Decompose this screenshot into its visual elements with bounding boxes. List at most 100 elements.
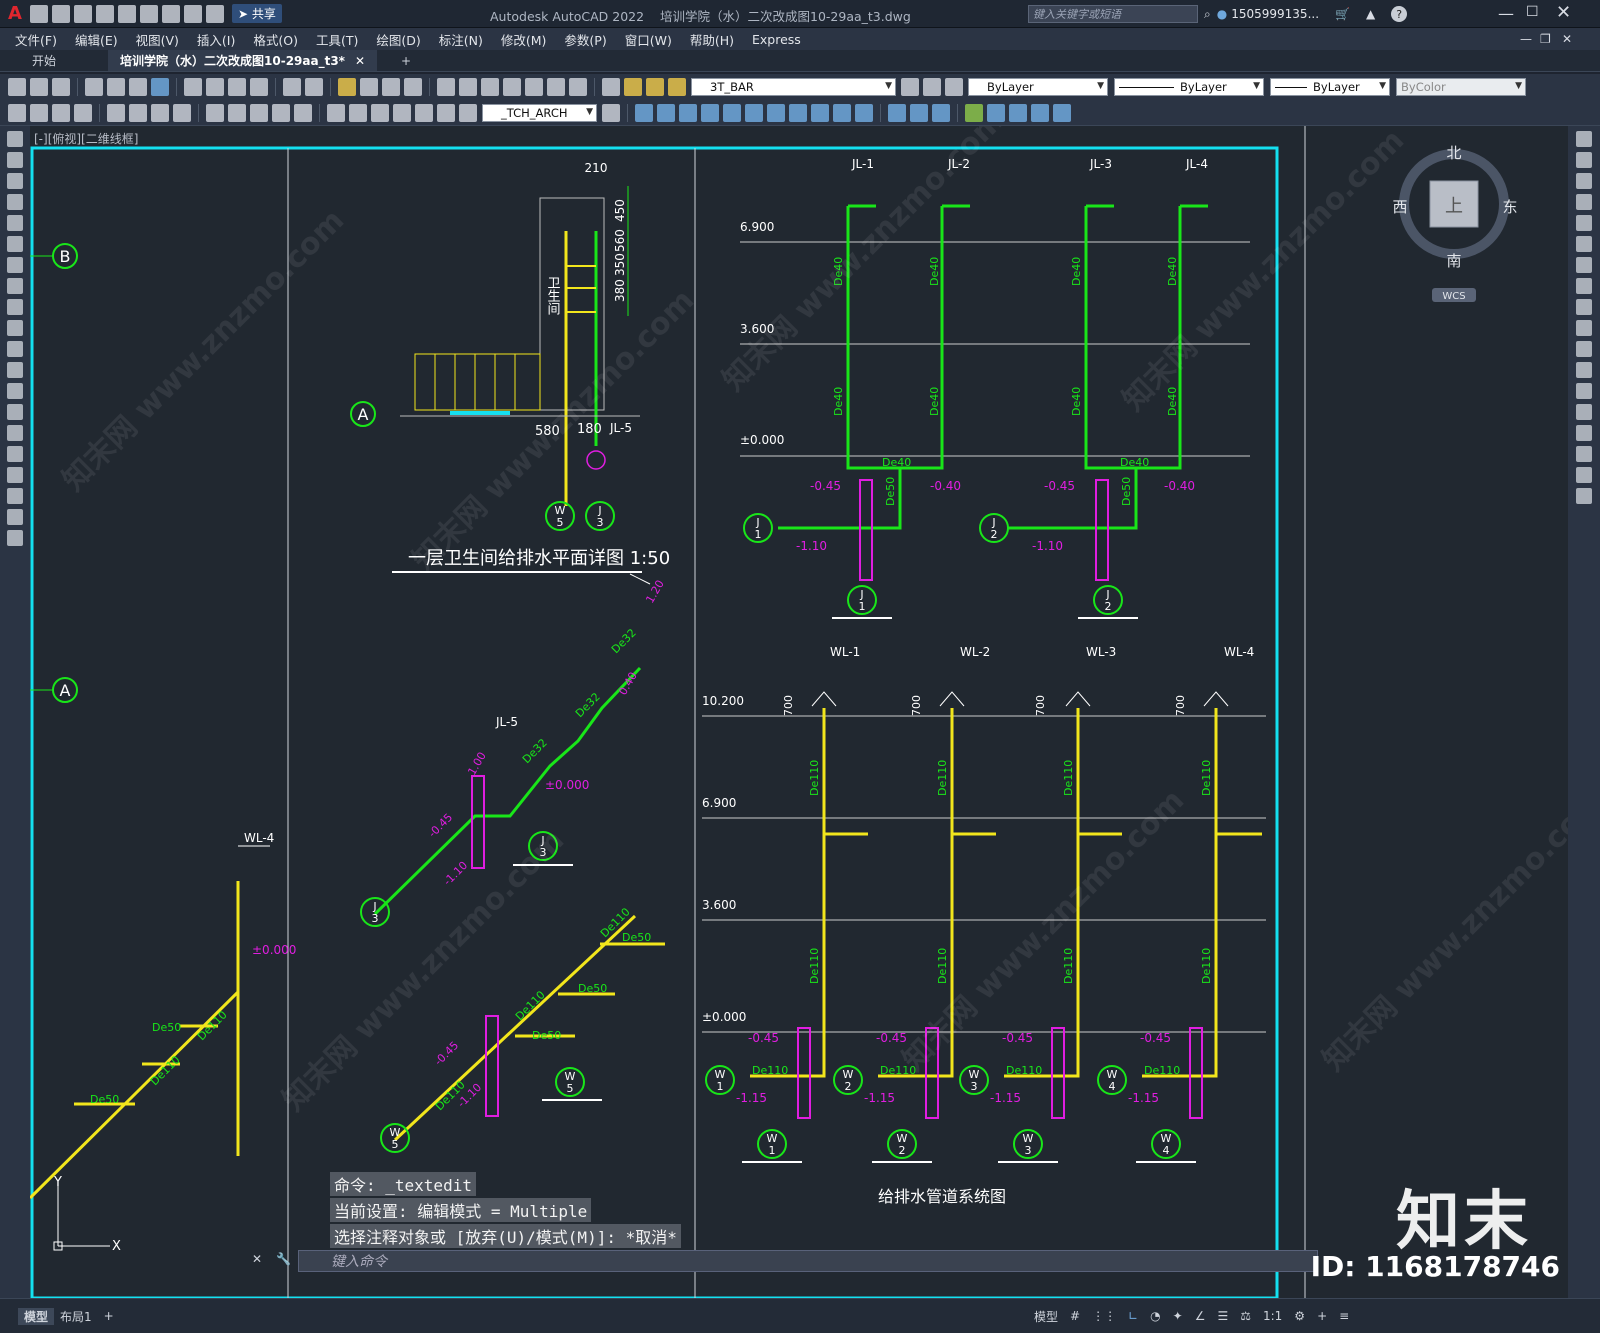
design-center-icon[interactable] bbox=[459, 78, 477, 96]
offset-icon[interactable] bbox=[1576, 194, 1592, 210]
properties-icon[interactable] bbox=[437, 78, 455, 96]
fillet-icon[interactable] bbox=[1576, 446, 1592, 462]
quick-dim-icon[interactable] bbox=[206, 103, 224, 122]
mirror-icon[interactable] bbox=[1576, 173, 1592, 189]
print-icon[interactable] bbox=[85, 78, 103, 96]
cart-icon[interactable]: 🛒 bbox=[1335, 7, 1350, 21]
cone-icon[interactable] bbox=[679, 103, 697, 122]
pan-icon[interactable] bbox=[338, 78, 356, 96]
menu-view[interactable]: 视图(V) bbox=[127, 30, 188, 49]
lineweight-icon[interactable]: ☰ bbox=[1211, 1309, 1234, 1323]
search-icon[interactable]: ⌕ bbox=[1204, 7, 1211, 22]
publish-icon[interactable] bbox=[129, 78, 147, 96]
grid-icon[interactable]: # bbox=[1064, 1309, 1086, 1323]
tab-document[interactable]: 培训学院（水）二次改成图10-29aa_t3* ✕ bbox=[108, 50, 378, 71]
tolerance-icon[interactable] bbox=[327, 103, 345, 122]
add-layout-icon[interactable]: + bbox=[98, 1309, 120, 1323]
cylinder-icon[interactable] bbox=[723, 103, 741, 122]
tab-start[interactable]: 开始 bbox=[20, 50, 68, 71]
otrack-icon[interactable]: ∠ bbox=[1189, 1309, 1212, 1323]
region-icon[interactable] bbox=[7, 467, 23, 483]
interfere-icon[interactable] bbox=[1053, 103, 1071, 122]
wedge-icon[interactable] bbox=[657, 103, 675, 122]
menu-draw[interactable]: 绘图(D) bbox=[367, 30, 429, 49]
save-icon[interactable] bbox=[52, 78, 70, 96]
sweep-icon[interactable] bbox=[855, 103, 873, 122]
wcs-menu[interactable]: WCS bbox=[1442, 291, 1465, 302]
help-icon[interactable]: ? bbox=[1391, 6, 1408, 22]
make-current-icon[interactable] bbox=[901, 78, 919, 96]
user-icon[interactable]: ● bbox=[1217, 7, 1227, 21]
slice-icon[interactable] bbox=[987, 103, 1005, 122]
table-icon[interactable] bbox=[7, 488, 23, 504]
make-block-icon[interactable] bbox=[7, 383, 23, 399]
menu-icon[interactable]: ≡ bbox=[1333, 1309, 1355, 1323]
menu-express[interactable]: Express bbox=[743, 32, 810, 47]
menu-modify[interactable]: 修改(M) bbox=[492, 30, 556, 49]
extrude-icon[interactable] bbox=[811, 103, 829, 122]
new-tab-button[interactable]: + bbox=[389, 50, 423, 71]
menu-dimension[interactable]: 标注(N) bbox=[430, 30, 492, 49]
drawing-canvas[interactable]: [-][俯视][二维线框] B A WL-4 ±0.000 De50 De50 … bbox=[30, 126, 1568, 1298]
insert-block-icon[interactable] bbox=[7, 362, 23, 378]
tab-model[interactable]: 模型 bbox=[18, 1307, 55, 1325]
menu-insert[interactable]: 插入(I) bbox=[188, 30, 244, 49]
sphere-icon[interactable] bbox=[701, 103, 719, 122]
match-properties-icon[interactable] bbox=[250, 78, 268, 96]
array-icon[interactable] bbox=[1576, 215, 1592, 231]
help-icon[interactable] bbox=[569, 78, 587, 96]
baseline-dim-icon[interactable] bbox=[228, 103, 246, 122]
break-icon[interactable] bbox=[1576, 383, 1592, 399]
share-button[interactable]: ➤ 共享 bbox=[231, 4, 282, 23]
point-icon[interactable] bbox=[7, 404, 23, 420]
circle-icon[interactable] bbox=[7, 257, 23, 273]
menu-help[interactable]: 帮助(H) bbox=[681, 30, 743, 49]
workspace-gear-icon[interactable]: ⚙ bbox=[1288, 1309, 1311, 1323]
break-at-point-icon[interactable] bbox=[1576, 362, 1592, 378]
torus-icon[interactable] bbox=[745, 103, 763, 122]
undo-icon[interactable] bbox=[183, 4, 202, 23]
menu-parametric[interactable]: 参数(P) bbox=[555, 30, 615, 49]
revolve-icon[interactable] bbox=[833, 103, 851, 122]
break-dim-icon[interactable] bbox=[294, 103, 312, 122]
add-selected-icon[interactable] bbox=[7, 530, 23, 546]
polygon-icon[interactable] bbox=[7, 194, 23, 210]
qnew-icon[interactable] bbox=[8, 78, 26, 96]
mtext-icon[interactable] bbox=[7, 509, 23, 525]
autocad-logo-icon[interactable]: A bbox=[8, 3, 22, 24]
redo-icon[interactable] bbox=[305, 78, 323, 96]
polar-icon[interactable]: ◔ bbox=[1144, 1309, 1166, 1323]
stretch-icon[interactable] bbox=[1576, 299, 1592, 315]
osnap-icon[interactable]: ✦ bbox=[1167, 1309, 1189, 1323]
zoom-previous-icon[interactable] bbox=[404, 78, 422, 96]
menu-window[interactable]: 窗口(W) bbox=[616, 30, 681, 49]
doc-restore-icon[interactable]: ❐ bbox=[1540, 32, 1551, 46]
blend-curves-icon[interactable] bbox=[1576, 467, 1592, 483]
save-icon[interactable] bbox=[73, 4, 92, 23]
rotate-icon[interactable] bbox=[1576, 257, 1592, 273]
autodesk-a360-icon[interactable]: ▲ bbox=[1366, 7, 1375, 21]
copy-object-icon[interactable] bbox=[1576, 152, 1592, 168]
layer-previous-icon[interactable] bbox=[923, 78, 941, 96]
viewcube-top[interactable]: 上 bbox=[1445, 196, 1463, 217]
zoom-window-icon[interactable] bbox=[382, 78, 400, 96]
close-icon[interactable]: ✕ bbox=[1556, 2, 1571, 23]
menu-format[interactable]: 格式(O) bbox=[244, 30, 307, 49]
copy-icon[interactable] bbox=[206, 78, 224, 96]
layer-on-icon[interactable] bbox=[624, 78, 642, 96]
construction-line-icon[interactable] bbox=[7, 152, 23, 168]
center-mark-icon[interactable] bbox=[349, 103, 367, 122]
gradient-icon[interactable] bbox=[7, 446, 23, 462]
doc-minimize-icon[interactable]: — bbox=[1520, 32, 1532, 46]
open-icon[interactable] bbox=[30, 78, 48, 96]
command-close-icon[interactable]: ✕ bbox=[252, 1252, 262, 1266]
dim-text-edit-icon[interactable] bbox=[437, 103, 455, 122]
scale-icon[interactable] bbox=[1576, 278, 1592, 294]
trim-icon[interactable] bbox=[1576, 320, 1592, 336]
union-icon[interactable] bbox=[888, 103, 906, 122]
intersect-icon[interactable] bbox=[932, 103, 950, 122]
minimize-icon[interactable]: — bbox=[1498, 4, 1514, 23]
ortho-icon[interactable]: ∟ bbox=[1122, 1309, 1144, 1323]
preview-icon[interactable] bbox=[107, 78, 125, 96]
menu-tools[interactable]: 工具(T) bbox=[307, 30, 367, 49]
